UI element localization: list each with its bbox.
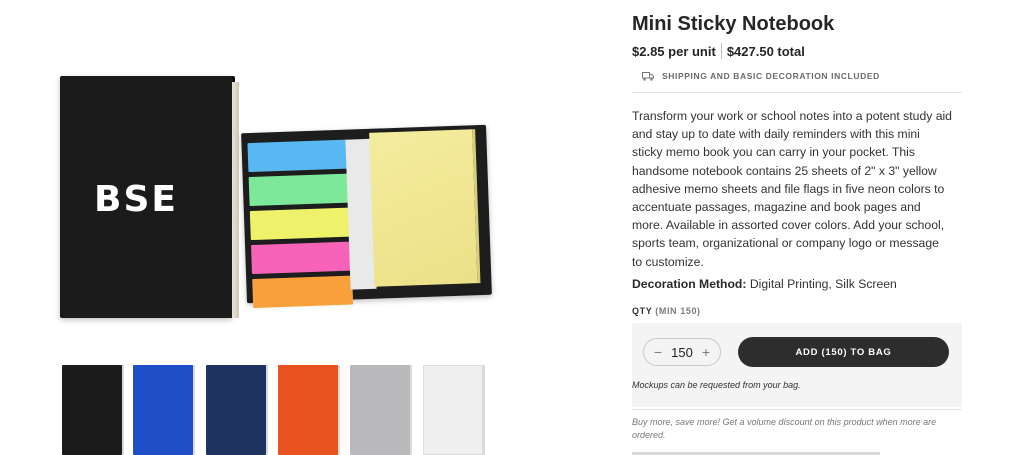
flag xyxy=(249,207,351,241)
increase-qty-button[interactable]: + xyxy=(700,345,712,359)
qty-minimum: (MIN 150) xyxy=(655,306,701,316)
shipping-text: SHIPPING AND BASIC DECORATION INCLUDED xyxy=(662,71,880,81)
decoration-label: Decoration Method: xyxy=(632,277,747,291)
thumbnail-orange[interactable] xyxy=(278,365,338,455)
flag xyxy=(247,139,349,173)
thumbnail-navy[interactable] xyxy=(206,365,266,455)
closed-notebook: BSE xyxy=(60,76,239,318)
flag xyxy=(251,241,352,275)
main-product-image: BSE xyxy=(40,50,520,340)
add-to-bag-button[interactable]: ADD (150) TO BAG xyxy=(738,337,949,367)
product-title: Mini Sticky Notebook xyxy=(632,13,835,35)
thumbnail-white[interactable] xyxy=(423,365,483,455)
qty-label-text: QTY xyxy=(632,306,653,316)
mockups-note: Mockups can be requested from your bag. xyxy=(632,380,801,390)
thumbnail-blue[interactable] xyxy=(133,365,193,455)
price-divider xyxy=(720,43,722,59)
volume-discount-note: Buy more, save more! Get a volume discou… xyxy=(632,417,937,440)
thumbnail-strip xyxy=(62,365,502,455)
total-price: $427.50 total xyxy=(726,43,805,59)
product-description: Transform your work or school notes into… xyxy=(632,109,952,269)
quantity-input[interactable]: 150 xyxy=(667,345,697,360)
flag xyxy=(252,275,354,309)
quantity-stepper: − 150 + xyxy=(643,338,721,366)
open-notebook xyxy=(241,124,492,309)
divider xyxy=(632,92,962,93)
thumbnail-gray[interactable] xyxy=(350,365,410,455)
order-box: − 150 + ADD (150) TO BAG Mockups can be … xyxy=(632,323,962,407)
divider xyxy=(632,409,962,410)
flag xyxy=(248,173,350,207)
price-row: $2.85 per unit $427.50 total xyxy=(632,43,805,59)
sticky-note-pad xyxy=(369,129,481,287)
truck-icon xyxy=(642,71,654,81)
qty-label: QTY (MIN 150) xyxy=(632,306,701,316)
decoration-value: Digital Printing, Silk Screen xyxy=(749,277,897,291)
thumbnail-black[interactable] xyxy=(62,365,122,455)
shipping-note: SHIPPING AND BASIC DECORATION INCLUDED xyxy=(642,71,880,81)
unit-price: $2.85 per unit xyxy=(632,43,716,59)
decrease-qty-button[interactable]: − xyxy=(652,345,664,359)
decoration-method: Decoration Method: Digital Printing, Sil… xyxy=(632,277,897,291)
cover-logo: BSE xyxy=(94,179,178,220)
flag-stack xyxy=(247,139,354,313)
